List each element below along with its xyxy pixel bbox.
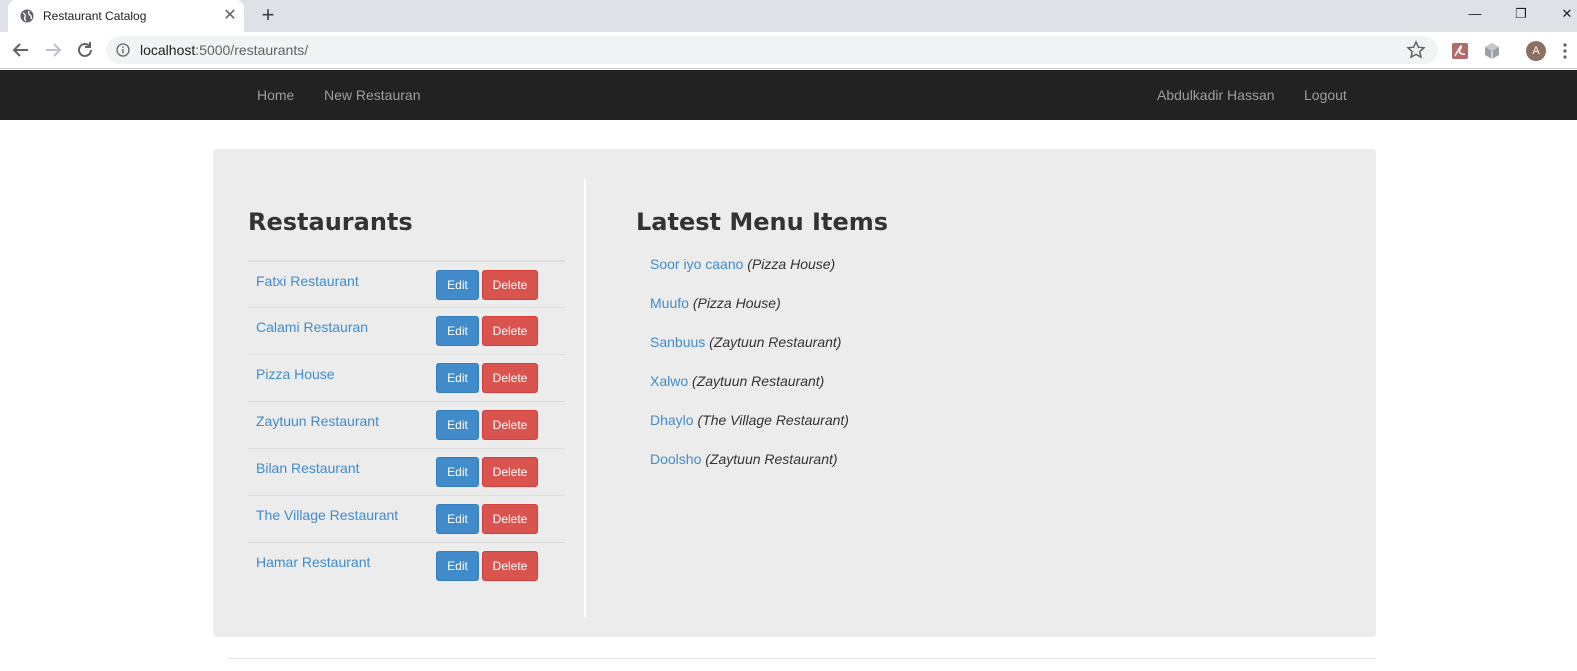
- nav-home-link[interactable]: Home: [257, 86, 294, 104]
- tab-strip: Restaurant Catalog ✕ + — ❐ ✕: [0, 0, 1577, 32]
- delete-button[interactable]: Delete: [482, 363, 538, 393]
- menu-item-link[interactable]: Sanbuus: [650, 334, 705, 350]
- edit-button[interactable]: Edit: [436, 316, 479, 346]
- menu-item-restaurant: (Zaytuun Restaurant): [692, 373, 825, 389]
- restaurant-link[interactable]: Zaytuun Restaurant: [256, 412, 379, 430]
- globe-icon: [20, 9, 34, 23]
- list-item: Dhaylo (The Village Restaurant): [650, 409, 849, 448]
- delete-button[interactable]: Delete: [482, 316, 538, 346]
- menu-item-link[interactable]: Doolsho: [650, 451, 701, 467]
- minimize-button[interactable]: —: [1463, 4, 1487, 24]
- restaurant-link[interactable]: Fatxi Restaurant: [256, 272, 359, 290]
- restaurants-heading: Restaurants: [248, 208, 413, 236]
- edit-button[interactable]: Edit: [436, 457, 479, 487]
- edit-button[interactable]: Edit: [436, 551, 479, 581]
- cube-extension-icon[interactable]: [1483, 42, 1501, 60]
- reload-icon[interactable]: [73, 38, 97, 62]
- pdf-extension-icon[interactable]: [1451, 42, 1469, 60]
- forward-icon[interactable]: [41, 38, 65, 62]
- menu-item-link[interactable]: Dhaylo: [650, 412, 694, 428]
- menu-item-link[interactable]: Muufo: [650, 295, 689, 311]
- url-host: localhost: [140, 42, 196, 58]
- url-text: localhost:5000/restaurants/: [140, 42, 308, 58]
- table-row: Fatxi Restaurant Edit Delete: [248, 260, 565, 307]
- site-navbar: Home New Restauran Abdulkadir Hassan Log…: [0, 70, 1577, 120]
- restaurant-link[interactable]: The Village Restaurant: [256, 506, 398, 524]
- menu-item-restaurant: (Zaytuun Restaurant): [705, 451, 838, 467]
- tab-title: Restaurant Catalog: [43, 9, 147, 23]
- browser-toolbar: localhost:5000/restaurants/ A: [0, 32, 1577, 69]
- main-panel: Restaurants Fatxi Restaurant Edit Delete Ca…: [213, 149, 1376, 637]
- menu-item-link[interactable]: Xalwo: [650, 373, 688, 389]
- list-item: Doolsho (Zaytuun Restaurant): [650, 448, 849, 487]
- delete-button[interactable]: Delete: [482, 270, 538, 300]
- restaurant-link[interactable]: Pizza House: [256, 365, 335, 383]
- table-row: Pizza House Edit Delete: [248, 354, 565, 401]
- menu-item-restaurant: (The Village Restaurant): [697, 412, 849, 428]
- nav-new-restaurant-link[interactable]: New Restauran: [324, 86, 421, 104]
- window-close-button[interactable]: ✕: [1555, 4, 1577, 24]
- delete-button[interactable]: Delete: [482, 504, 538, 534]
- footer-divider: [228, 658, 1376, 659]
- tab-close-icon[interactable]: ✕: [220, 6, 240, 26]
- new-tab-button[interactable]: +: [256, 3, 280, 27]
- browser-tab[interactable]: Restaurant Catalog ✕: [8, 0, 244, 32]
- table-row: Bilan Restaurant Edit Delete: [248, 448, 565, 495]
- profile-avatar[interactable]: A: [1526, 41, 1546, 61]
- edit-button[interactable]: Edit: [436, 410, 479, 440]
- list-item: Sanbuus (Zaytuun Restaurant): [650, 331, 849, 370]
- restaurant-link[interactable]: Bilan Restaurant: [256, 459, 360, 477]
- star-icon[interactable]: [1406, 40, 1426, 60]
- edit-button[interactable]: Edit: [436, 270, 479, 300]
- menu-item-restaurant: (Pizza House): [692, 295, 781, 311]
- table-row: The Village Restaurant Edit Delete: [248, 495, 565, 542]
- table-row: Calami Restauran Edit Delete: [248, 307, 565, 354]
- latest-menu-heading: Latest Menu Items: [636, 208, 889, 236]
- list-item: Xalwo (Zaytuun Restaurant): [650, 370, 849, 409]
- url-path: :5000/restaurants/: [195, 42, 309, 58]
- restaurant-link[interactable]: Hamar Restaurant: [256, 553, 370, 571]
- list-item: Soor iyo caano (Pizza House): [650, 253, 849, 292]
- address-bar[interactable]: localhost:5000/restaurants/: [106, 36, 1438, 64]
- menu-dots-icon[interactable]: [1560, 41, 1570, 61]
- latest-menu-list: Soor iyo caano (Pizza House) Muufo (Pizza…: [650, 253, 849, 487]
- delete-button[interactable]: Delete: [482, 410, 538, 440]
- menu-item-restaurant: (Pizza House): [747, 256, 836, 272]
- menu-item-link[interactable]: Soor iyo caano: [650, 256, 743, 272]
- edit-button[interactable]: Edit: [436, 504, 479, 534]
- restore-button[interactable]: ❐: [1509, 4, 1533, 24]
- table-row: Zaytuun Restaurant Edit Delete: [248, 401, 565, 448]
- delete-button[interactable]: Delete: [482, 551, 538, 581]
- menu-item-restaurant: (Zaytuun Restaurant): [709, 334, 842, 350]
- back-icon[interactable]: [9, 38, 33, 62]
- info-icon[interactable]: [116, 43, 130, 57]
- delete-button[interactable]: Delete: [482, 457, 538, 487]
- restaurant-link[interactable]: Calami Restauran: [256, 318, 368, 336]
- edit-button[interactable]: Edit: [436, 363, 479, 393]
- table-row: Hamar Restaurant Edit Delete: [248, 542, 565, 589]
- list-item: Muufo (Pizza House): [650, 292, 849, 331]
- nav-logout-link[interactable]: Logout: [1304, 86, 1347, 104]
- column-divider: [584, 179, 586, 617]
- restaurants-table: Fatxi Restaurant Edit Delete Calami Restaur…: [248, 260, 565, 589]
- nav-user-link[interactable]: Abdulkadir Hassan: [1157, 86, 1275, 104]
